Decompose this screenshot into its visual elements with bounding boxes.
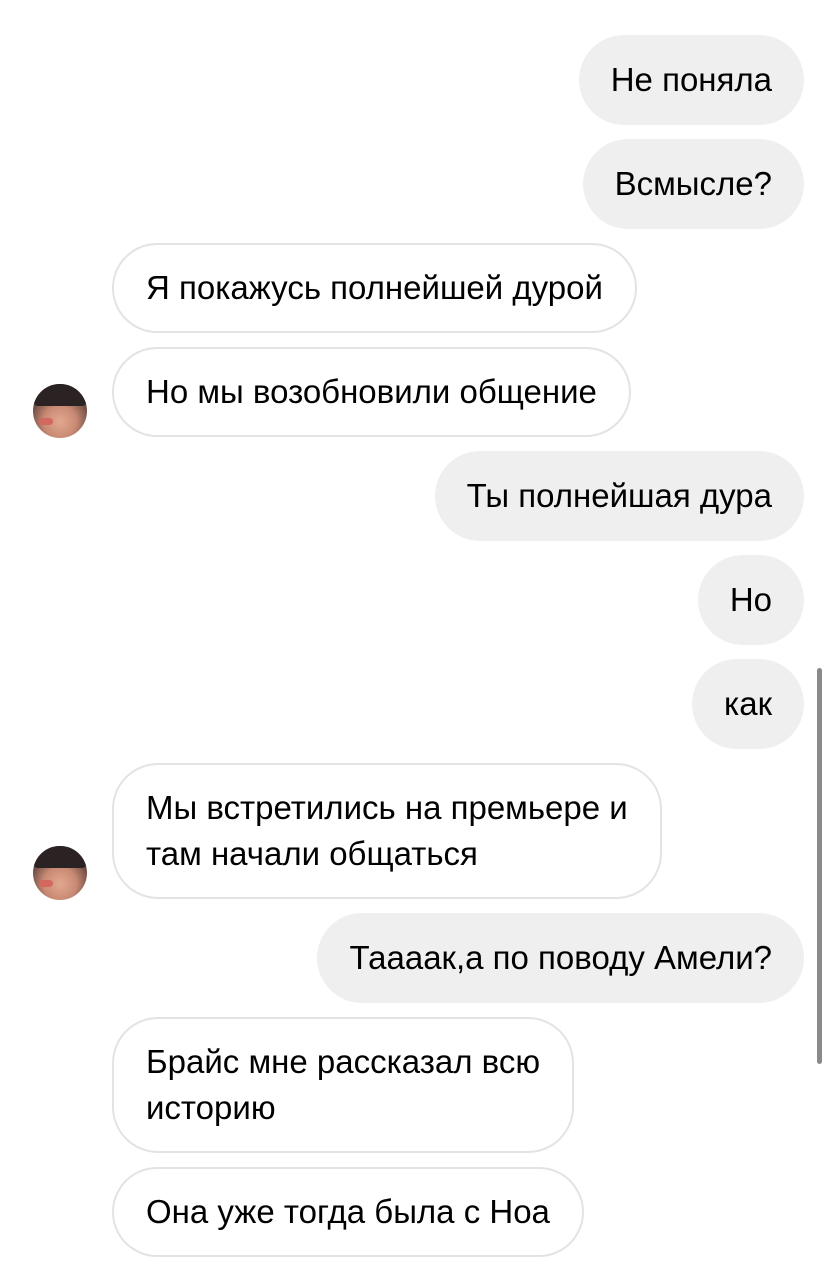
incoming-message-bubble[interactable]: Она уже тогда была с Ноа xyxy=(112,1167,584,1257)
outgoing-message-bubble[interactable]: как xyxy=(692,659,804,749)
incoming-message-bubble[interactable]: Брайс мне рассказал всю историю xyxy=(112,1017,575,1153)
avatar-lips-shape xyxy=(39,418,53,425)
outgoing-message-bubble[interactable]: Всмысле? xyxy=(582,139,804,229)
incoming-message-bubble[interactable]: Мы встретились на премьере и там начали … xyxy=(112,763,662,899)
avatar-hair-shape xyxy=(33,384,87,406)
avatar-hair-shape xyxy=(33,846,87,868)
incoming-message-bubble[interactable]: Я покажусь полнейшей дурой xyxy=(112,243,637,333)
incoming-message-bubble[interactable]: Но мы возобновили общение xyxy=(112,347,631,437)
outgoing-message-bubble[interactable]: Таааак,а по поводу Амели? xyxy=(317,913,804,1003)
outgoing-message-bubble[interactable]: Но xyxy=(697,555,804,645)
contact-avatar[interactable] xyxy=(33,384,87,438)
avatar-lips-shape xyxy=(39,880,53,887)
scrollbar[interactable] xyxy=(817,668,822,1064)
outgoing-message-bubble[interactable]: Ты полнейшая дура xyxy=(434,451,804,541)
contact-avatar[interactable] xyxy=(33,846,87,900)
outgoing-message-bubble[interactable]: Не поняла xyxy=(578,35,804,125)
